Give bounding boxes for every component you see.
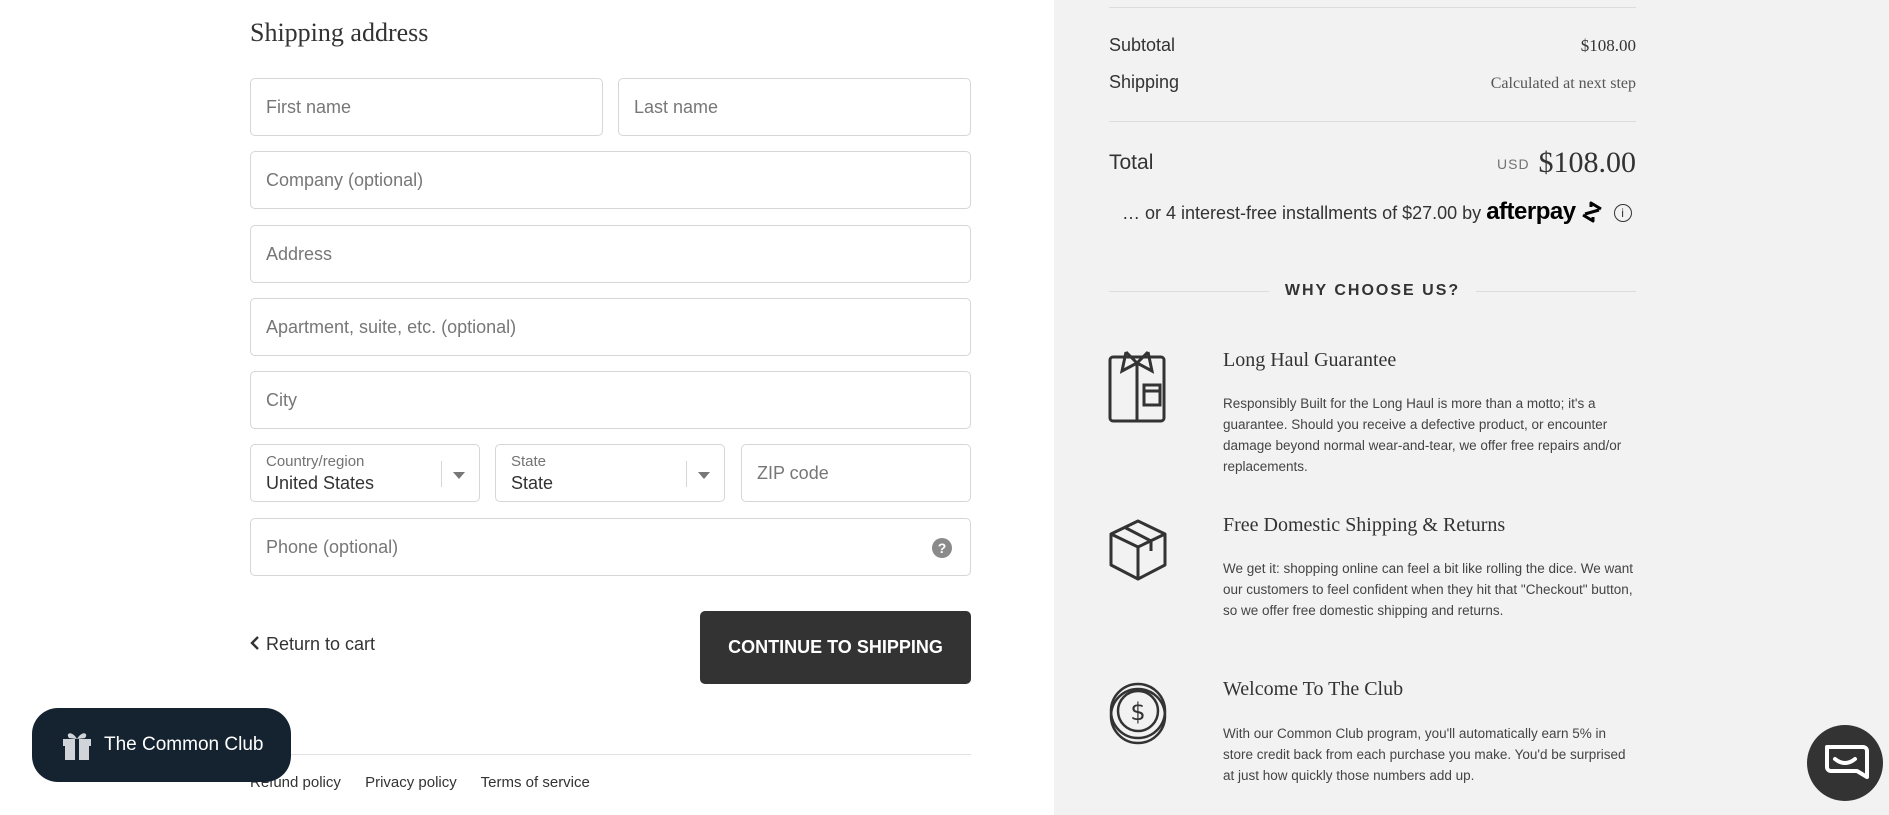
shipping-label: Shipping bbox=[1109, 72, 1180, 92]
last-name-field[interactable] bbox=[618, 78, 971, 136]
country-select[interactable]: Country/region United States bbox=[250, 444, 480, 502]
shipping-address-heading: Shipping address bbox=[250, 18, 429, 47]
state-value: State bbox=[511, 473, 554, 493]
select-divider bbox=[441, 461, 442, 487]
afterpay-arrows-icon bbox=[1581, 201, 1602, 223]
why-choose-us-title: WHY CHOOSE US? bbox=[1268, 282, 1477, 299]
company-input[interactable] bbox=[266, 152, 955, 208]
state-select[interactable]: State State bbox=[495, 444, 725, 502]
footer-divider bbox=[250, 754, 971, 755]
summary-divider bbox=[1109, 7, 1636, 8]
svg-text:$: $ bbox=[1130, 698, 1145, 726]
feature-title: Welcome To The Club bbox=[1223, 678, 1404, 700]
privacy-policy-link[interactable]: Privacy policy bbox=[365, 774, 457, 791]
question-mark-icon[interactable]: ? bbox=[932, 538, 952, 558]
chat-button[interactable] bbox=[1807, 725, 1883, 801]
chevron-left-icon bbox=[250, 634, 260, 655]
last-name-input[interactable] bbox=[634, 79, 955, 135]
state-label: State bbox=[511, 453, 547, 470]
subtotal-value: $108.00 bbox=[1580, 36, 1636, 55]
select-divider bbox=[686, 461, 687, 487]
zip-input[interactable] bbox=[757, 445, 955, 501]
installments-info: … or 4 interest-free installments of $27… bbox=[1122, 198, 1632, 226]
box-icon bbox=[1108, 518, 1168, 587]
footer-links: Refund policy Privacy policy Terms of se… bbox=[250, 774, 610, 791]
address-field[interactable] bbox=[250, 225, 971, 283]
phone-field[interactable]: ? bbox=[250, 518, 971, 576]
common-club-label: The Common Club bbox=[104, 734, 264, 755]
why-choose-us-heading: WHY CHOOSE US? bbox=[1109, 282, 1636, 302]
chat-bubble-icon bbox=[1825, 745, 1869, 779]
total-value: $108.00 bbox=[1538, 146, 1637, 179]
shipping-value: Calculated at next step bbox=[1490, 75, 1636, 92]
chevron-down-icon bbox=[453, 472, 465, 479]
subtotal-label: Subtotal bbox=[1109, 35, 1176, 55]
feature-description: Responsibly Built for the Long Haul is m… bbox=[1223, 396, 1622, 474]
afterpay-logo: afterpay bbox=[1486, 198, 1576, 225]
country-value: United States bbox=[266, 473, 375, 493]
feature-description: We get it: shopping online can feel a bi… bbox=[1223, 561, 1633, 618]
apartment-field[interactable] bbox=[250, 298, 971, 356]
city-input[interactable] bbox=[266, 372, 955, 428]
continue-to-shipping-button[interactable]: CONTINUE TO SHIPPING bbox=[700, 611, 971, 684]
phone-input[interactable] bbox=[266, 519, 955, 575]
installments-text: … or 4 interest-free installments of $27… bbox=[1122, 203, 1482, 223]
feature-title: Free Domestic Shipping & Returns bbox=[1223, 514, 1506, 536]
shirt-icon bbox=[1108, 349, 1166, 428]
terms-of-service-link[interactable]: Terms of service bbox=[481, 774, 590, 791]
return-to-cart-link[interactable]: Return to cart bbox=[250, 634, 375, 655]
chevron-down-icon bbox=[698, 472, 710, 479]
currency-code: USD bbox=[1497, 156, 1530, 172]
first-name-field[interactable] bbox=[250, 78, 603, 136]
common-club-button[interactable]: The Common Club bbox=[32, 708, 291, 782]
info-icon[interactable]: i bbox=[1613, 204, 1632, 222]
feature-title: Long Haul Guarantee bbox=[1223, 349, 1397, 371]
coin-icon: $ bbox=[1108, 681, 1168, 752]
first-name-input[interactable] bbox=[266, 79, 587, 135]
city-field[interactable] bbox=[250, 371, 971, 429]
total-label: Total bbox=[1109, 151, 1154, 174]
gift-icon bbox=[60, 728, 94, 768]
return-to-cart-label: Return to cart bbox=[266, 634, 376, 654]
country-label: Country/region bbox=[266, 453, 365, 470]
feature-description: With our Common Club program, you'll aut… bbox=[1223, 726, 1626, 783]
apartment-input[interactable] bbox=[266, 299, 955, 355]
company-field[interactable] bbox=[250, 151, 971, 209]
address-input[interactable] bbox=[266, 226, 955, 282]
summary-divider bbox=[1109, 121, 1636, 122]
zip-field[interactable] bbox=[741, 444, 971, 502]
checkout-main: Shipping address Country/region United S… bbox=[0, 0, 1054, 815]
